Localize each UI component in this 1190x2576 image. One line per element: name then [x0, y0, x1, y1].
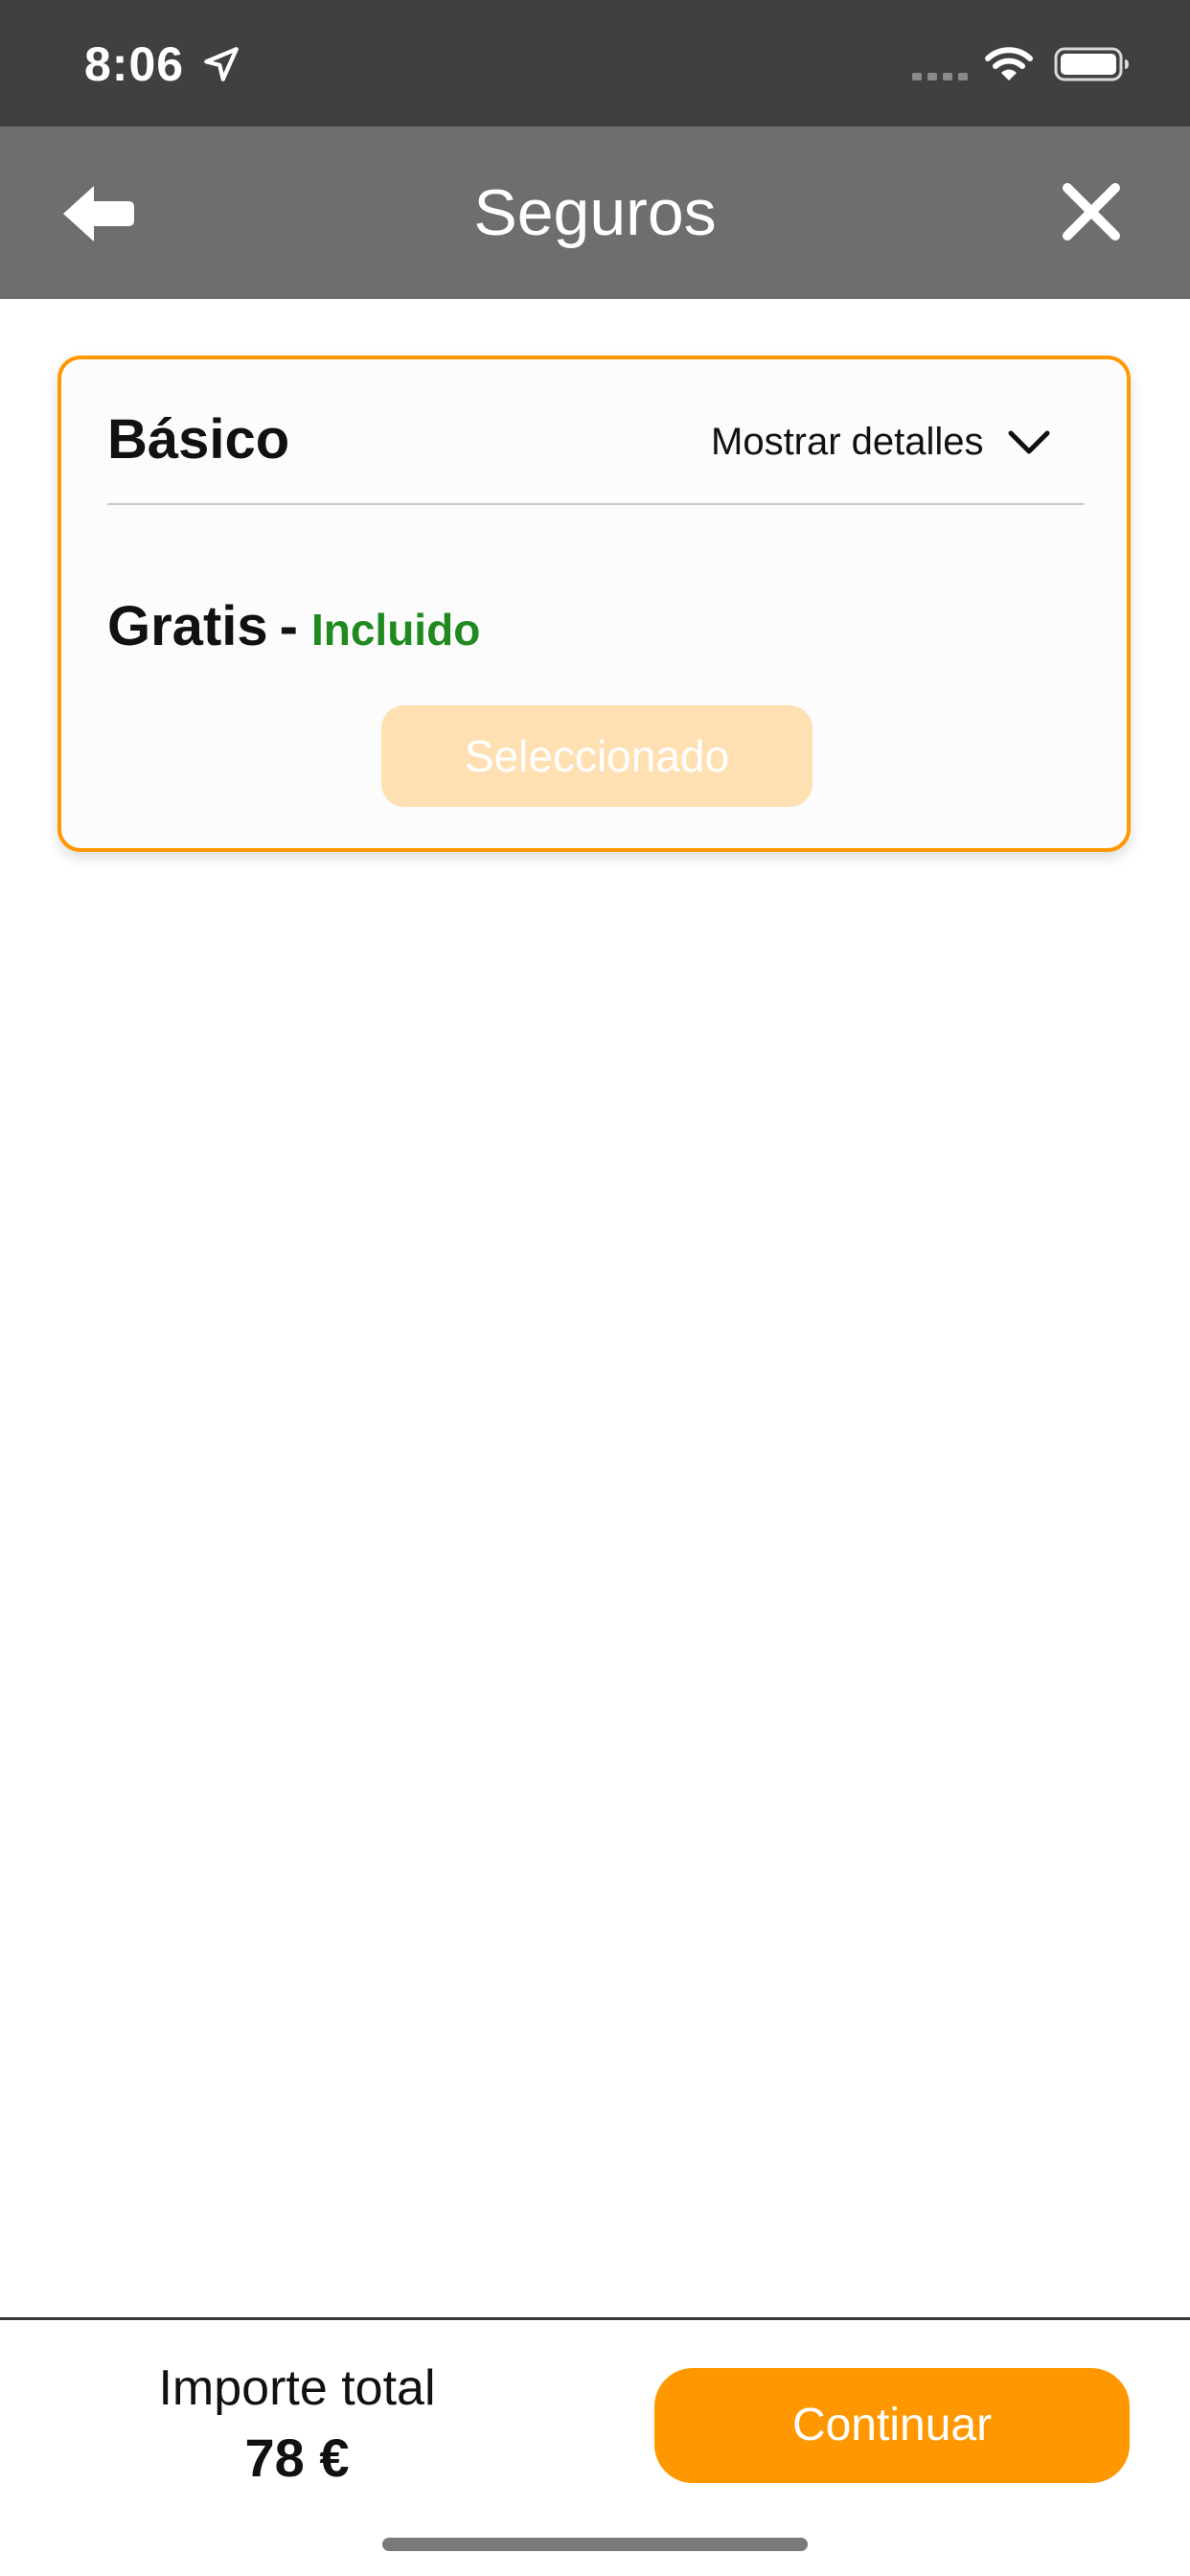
continue-button[interactable]: Continuar	[654, 2368, 1130, 2483]
price-line: Gratis - Incluido	[107, 594, 480, 658]
cellular-signal-icon	[912, 73, 968, 80]
back-arrow-icon[interactable]	[59, 182, 136, 245]
navigation-bar: Seguros	[0, 126, 1190, 299]
footer-divider	[0, 2317, 1190, 2320]
card-divider	[107, 503, 1085, 505]
show-details-label: Mostrar detalles	[711, 420, 984, 463]
location-arrow-icon	[204, 47, 239, 81]
selected-button[interactable]: Seleccionado	[381, 705, 812, 807]
insurance-card-basic: Básico Mostrar detalles Gratis - Incluid…	[57, 356, 1131, 852]
status-bar: 8:06	[0, 0, 1190, 126]
home-indicator	[382, 2538, 808, 2551]
price-separator: -	[279, 595, 298, 657]
insurance-title: Básico	[107, 408, 290, 471]
page-title: Seguros	[473, 176, 717, 249]
battery-icon	[1054, 47, 1129, 81]
status-time: 8:06	[84, 37, 185, 91]
total-amount-value: 78 €	[244, 2427, 350, 2488]
chevron-down-icon	[1008, 430, 1050, 454]
total-amount-label: Importe total	[158, 2360, 436, 2416]
price-text: Gratis	[107, 595, 268, 657]
wifi-icon	[985, 47, 1033, 80]
close-icon[interactable]	[1060, 180, 1123, 243]
show-details-toggle[interactable]: Mostrar detalles	[711, 413, 1051, 471]
included-label: Incluido	[310, 605, 481, 655]
